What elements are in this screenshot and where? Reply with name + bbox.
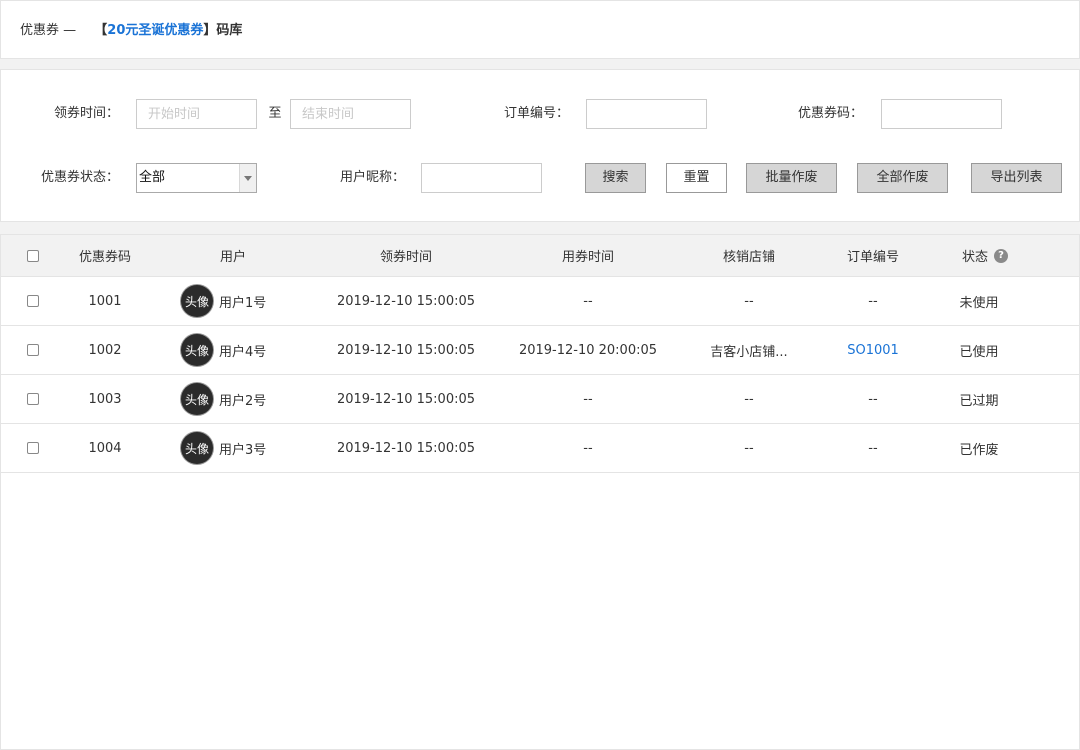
cell-store: --	[744, 440, 754, 456]
nickname-label: 用户昵称：	[339, 170, 405, 185]
cell-code: 1004	[88, 440, 122, 456]
cell-order-no: --	[868, 440, 878, 456]
row-checkbox[interactable]	[27, 393, 39, 405]
table-row[interactable]: 1001 头像 用户1号 2019-12-10 15:00:05 -- -- -…	[1, 277, 1079, 326]
end-time-input[interactable]	[290, 99, 411, 129]
cell-use-time: --	[583, 391, 593, 407]
cell-user: 头像 用户2号	[181, 375, 301, 423]
help-icon[interactable]: ?	[994, 248, 1008, 263]
cell-status: 已使用	[959, 344, 999, 360]
cell-claim-time: 2019-12-10 15:00:05	[336, 342, 476, 358]
col-use-time[interactable]: 用券时间	[513, 235, 663, 276]
user-name: 用户1号	[219, 295, 267, 311]
cell-claim-time: 2019-12-10 15:00:05	[336, 440, 476, 456]
col-claim-time[interactable]: 领券时间	[331, 235, 481, 276]
start-time-input[interactable]	[136, 99, 257, 129]
cell-store: --	[744, 391, 754, 407]
avatar: 头像	[181, 285, 213, 317]
status-label: 优惠券状态：	[40, 170, 119, 185]
bracket-close: 】	[203, 23, 217, 38]
cell-use-time: --	[583, 440, 593, 456]
chevron-down-icon[interactable]	[239, 164, 256, 192]
select-all-cell	[13, 235, 53, 276]
col-store[interactable]: 核销店铺	[689, 235, 809, 276]
cell-user: 头像 用户1号	[181, 277, 301, 325]
order-no-label: 订单编号：	[503, 106, 569, 121]
col-status-label: 状态	[961, 250, 988, 265]
cell-use-time: --	[583, 293, 593, 309]
status-select[interactable]: 全部	[136, 163, 257, 193]
cell-order-no: --	[868, 391, 878, 407]
user-name: 用户3号	[219, 442, 267, 458]
to-label: 至	[268, 106, 282, 121]
page-header: 优惠券 — 【20元圣诞优惠券】码库	[0, 0, 1080, 59]
cell-status: 未使用	[959, 295, 999, 311]
col-user[interactable]: 用户	[183, 235, 283, 276]
col-code[interactable]: 优惠券码	[55, 235, 155, 276]
breadcrumb-prefix: 优惠券 —	[20, 23, 77, 38]
cell-store: 吉客小店铺...	[710, 344, 788, 360]
row-checkbox[interactable]	[27, 344, 39, 356]
nickname-input[interactable]	[421, 163, 542, 193]
cell-user: 头像 用户4号	[181, 326, 301, 374]
table-header: 优惠券码 用户 领券时间 用券时间 核销店铺 订单编号 状态?	[1, 235, 1079, 277]
order-link[interactable]: SO1001	[847, 343, 899, 358]
order-no-input[interactable]	[586, 99, 707, 129]
cell-claim-time: 2019-12-10 15:00:05	[336, 391, 476, 407]
cell-claim-time: 2019-12-10 15:00:05	[336, 293, 476, 309]
cell-user: 头像 用户3号	[181, 424, 301, 472]
cell-status: 已过期	[959, 393, 999, 409]
table-row[interactable]: 1004 头像 用户3号 2019-12-10 15:00:05 -- -- -…	[1, 424, 1079, 473]
row-checkbox-cell	[13, 326, 53, 374]
batch-void-button[interactable]: 批量作废	[746, 163, 837, 193]
row-checkbox[interactable]	[27, 442, 39, 454]
status-select-value: 全部	[139, 170, 166, 185]
table-row[interactable]: 1003 头像 用户2号 2019-12-10 15:00:05 -- -- -…	[1, 375, 1079, 424]
avatar: 头像	[181, 432, 213, 464]
cell-use-time: 2019-12-10 20:00:05	[518, 342, 658, 358]
row-checkbox-cell	[13, 375, 53, 423]
table-row[interactable]: 1002 头像 用户4号 2019-12-10 15:00:05 2019-12…	[1, 326, 1079, 375]
cell-code: 1002	[88, 342, 122, 358]
row-checkbox[interactable]	[27, 295, 39, 307]
reset-button[interactable]: 重置	[666, 163, 727, 193]
cell-order-no: --	[868, 293, 878, 309]
coupon-code-label: 优惠券码：	[797, 106, 863, 121]
cell-code: 1001	[88, 293, 122, 309]
user-name: 用户2号	[219, 393, 267, 409]
breadcrumb-suffix: 码库	[216, 23, 243, 38]
claim-time-label: 领券时间：	[53, 106, 119, 121]
row-checkbox-cell	[13, 424, 53, 472]
cell-store: --	[744, 293, 754, 309]
breadcrumb: 优惠券 — 【20元圣诞优惠券】码库	[20, 21, 242, 41]
coupon-code-table: 优惠券码 用户 领券时间 用券时间 核销店铺 订单编号 状态? 1001 头像 …	[0, 234, 1080, 750]
coupon-code-input[interactable]	[881, 99, 1002, 129]
col-order-no[interactable]: 订单编号	[823, 235, 923, 276]
cell-code: 1003	[88, 391, 122, 407]
cell-status: 已作废	[959, 442, 999, 458]
void-all-button[interactable]: 全部作废	[857, 163, 948, 193]
avatar: 头像	[181, 383, 213, 415]
coupon-name: 20元圣诞优惠券	[107, 23, 204, 38]
select-all-checkbox[interactable]	[27, 249, 39, 262]
avatar: 头像	[181, 334, 213, 366]
filter-panel: 领券时间： 至 订单编号： 优惠券码： 优惠券状态： 全部 用户昵称： 搜索 重…	[0, 69, 1080, 222]
export-button[interactable]: 导出列表	[971, 163, 1062, 193]
user-name: 用户4号	[219, 344, 267, 360]
row-checkbox-cell	[13, 277, 53, 325]
col-status[interactable]: 状态?	[935, 235, 1035, 276]
bracket-open: 【	[94, 23, 108, 38]
cell-order-no: SO1001	[823, 326, 923, 374]
search-button[interactable]: 搜索	[585, 163, 646, 193]
